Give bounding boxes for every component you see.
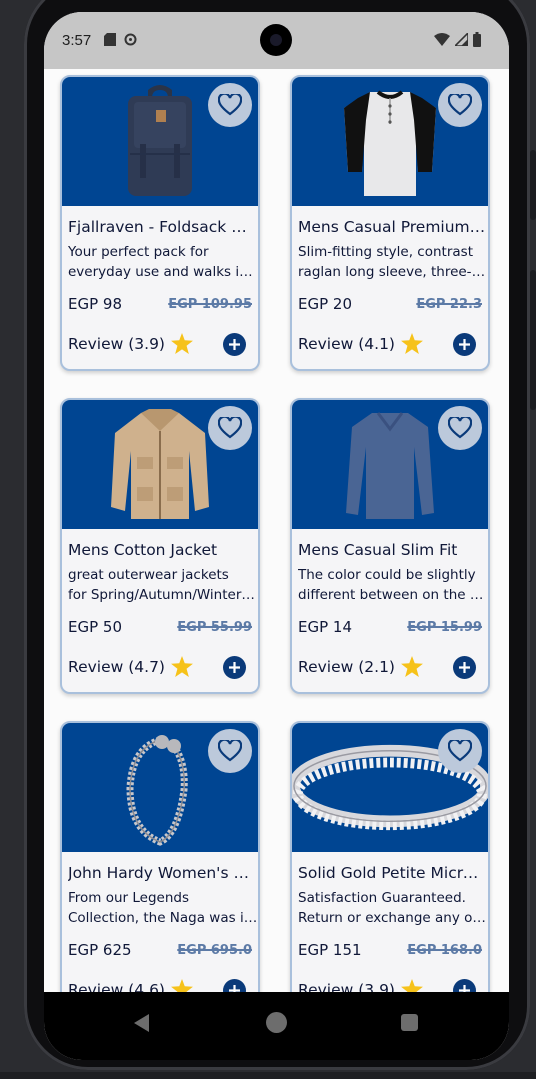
- plus-icon: [459, 339, 470, 350]
- cotton-jacket-image: [111, 408, 209, 519]
- star-icon: [171, 333, 193, 354]
- heart-icon: [448, 94, 472, 116]
- add-to-cart-button[interactable]: [223, 656, 246, 679]
- plus-icon: [229, 339, 240, 350]
- plus-icon: [459, 662, 470, 673]
- product-title: John Hardy Women's Legends Naga Bracelet: [68, 864, 256, 882]
- product-card[interactable]: Mens Casual Slim Fit The color could be …: [290, 398, 490, 694]
- long-sleeve-shirt-image: [346, 411, 434, 519]
- heart-icon: [448, 417, 472, 439]
- product-image[interactable]: [292, 400, 488, 529]
- product-card[interactable]: Mens Casual Premium Slim Fit T-Shirts Sl…: [290, 75, 490, 371]
- product-old-price: EGP 695.0: [177, 943, 252, 958]
- product-image[interactable]: [292, 77, 488, 206]
- product-title: Solid Gold Petite Micropave: [298, 864, 486, 882]
- favorite-button[interactable]: [438, 406, 482, 450]
- product-title: Fjallraven - Foldsack No. 1 Backpack, Fi…: [68, 218, 256, 236]
- product-price: EGP 50: [68, 618, 123, 636]
- signal-icon: [455, 33, 468, 46]
- product-review: Review (3.9): [68, 333, 193, 354]
- product-description: Satisfaction Guaranteed. Return or excha…: [298, 890, 488, 926]
- product-card[interactable]: John Hardy Women's Legends Naga Bracelet…: [60, 721, 260, 992]
- product-title: Mens Casual Premium Slim Fit T-Shirts: [298, 218, 486, 236]
- henley-shirt-image: [344, 89, 436, 196]
- plus-icon: [459, 985, 470, 992]
- navigation-bar: [44, 992, 509, 1060]
- product-description: great outerwear jackets for Spring/Autum…: [68, 567, 258, 603]
- backpack-image: [128, 84, 192, 196]
- product-review: Review (4.6): [68, 979, 193, 992]
- product-card[interactable]: Fjallraven - Foldsack No. 1 Backpack, Fi…: [60, 75, 260, 371]
- product-review: Review (3.9): [298, 979, 423, 992]
- star-icon: [401, 979, 423, 992]
- product-image[interactable]: [292, 723, 488, 852]
- plus-icon: [229, 662, 240, 673]
- product-description: Your perfect pack for everyday use and w…: [68, 244, 258, 280]
- product-price: EGP 98: [68, 295, 123, 313]
- product-review: Review (2.1): [298, 656, 423, 677]
- product-price: EGP 625: [68, 941, 132, 959]
- product-old-price: EGP 22.3: [416, 297, 482, 312]
- wifi-icon: [434, 33, 450, 46]
- favorite-button[interactable]: [438, 83, 482, 127]
- status-time: 3:57: [62, 32, 92, 49]
- product-review: Review (4.7): [68, 656, 193, 677]
- product-card[interactable]: Solid Gold Petite Micropave Satisfaction…: [290, 721, 490, 992]
- favorite-button[interactable]: [208, 406, 252, 450]
- recents-icon[interactable]: [401, 1014, 418, 1031]
- favorite-button[interactable]: [438, 729, 482, 773]
- star-icon: [401, 333, 423, 354]
- product-grid: Fjallraven - Foldsack No. 1 Backpack, Fi…: [44, 69, 509, 992]
- star-icon: [401, 656, 423, 677]
- add-to-cart-button[interactable]: [453, 656, 476, 679]
- product-title: Mens Casual Slim Fit: [298, 541, 458, 559]
- product-old-price: EGP 15.99: [407, 620, 482, 635]
- add-to-cart-button[interactable]: [223, 333, 246, 356]
- product-old-price: EGP 168.0: [407, 943, 482, 958]
- product-image[interactable]: [62, 77, 258, 206]
- heart-icon: [218, 94, 242, 116]
- product-image[interactable]: [62, 400, 258, 529]
- battery-icon: [473, 32, 481, 47]
- add-to-cart-button[interactable]: [223, 979, 246, 992]
- product-price: EGP 14: [298, 618, 353, 636]
- product-price: EGP 20: [298, 295, 353, 313]
- screen: 3:57 Fjallraven - Foldsack No. Your perf…: [44, 12, 509, 1060]
- product-card[interactable]: Mens Cotton Jacket great outerwear jacke…: [60, 398, 260, 694]
- heart-icon: [218, 740, 242, 762]
- add-to-cart-button[interactable]: [453, 979, 476, 992]
- desktop-edge: [0, 1072, 536, 1079]
- product-description: The color could be slightly different be…: [298, 567, 488, 603]
- home-icon[interactable]: [266, 1012, 287, 1033]
- star-icon: [171, 656, 193, 677]
- product-old-price: EGP 109.95: [168, 297, 252, 312]
- plus-icon: [229, 985, 240, 992]
- back-icon[interactable]: [134, 1014, 149, 1032]
- product-image[interactable]: [62, 723, 258, 852]
- dragon-bracelet-image: [126, 734, 188, 846]
- front-camera: [260, 24, 292, 56]
- product-title: Mens Cotton Jacket: [68, 541, 218, 559]
- status-bar: 3:57: [44, 12, 509, 69]
- favorite-button[interactable]: [208, 83, 252, 127]
- add-to-cart-button[interactable]: [453, 333, 476, 356]
- volume-button: [530, 270, 536, 410]
- product-old-price: EGP 55.99: [177, 620, 252, 635]
- sync-icon: [124, 33, 137, 46]
- product-price: EGP 151: [298, 941, 362, 959]
- power-button: [530, 150, 536, 220]
- product-description: From our Legends Collection, the Naga wa…: [68, 890, 258, 926]
- product-review: Review (4.1): [298, 333, 423, 354]
- sd-card-icon: [104, 33, 116, 46]
- product-description: Slim-fitting style, contrast raglan long…: [298, 244, 488, 280]
- star-icon: [171, 979, 193, 992]
- heart-icon: [448, 740, 472, 762]
- heart-icon: [218, 417, 242, 439]
- favorite-button[interactable]: [208, 729, 252, 773]
